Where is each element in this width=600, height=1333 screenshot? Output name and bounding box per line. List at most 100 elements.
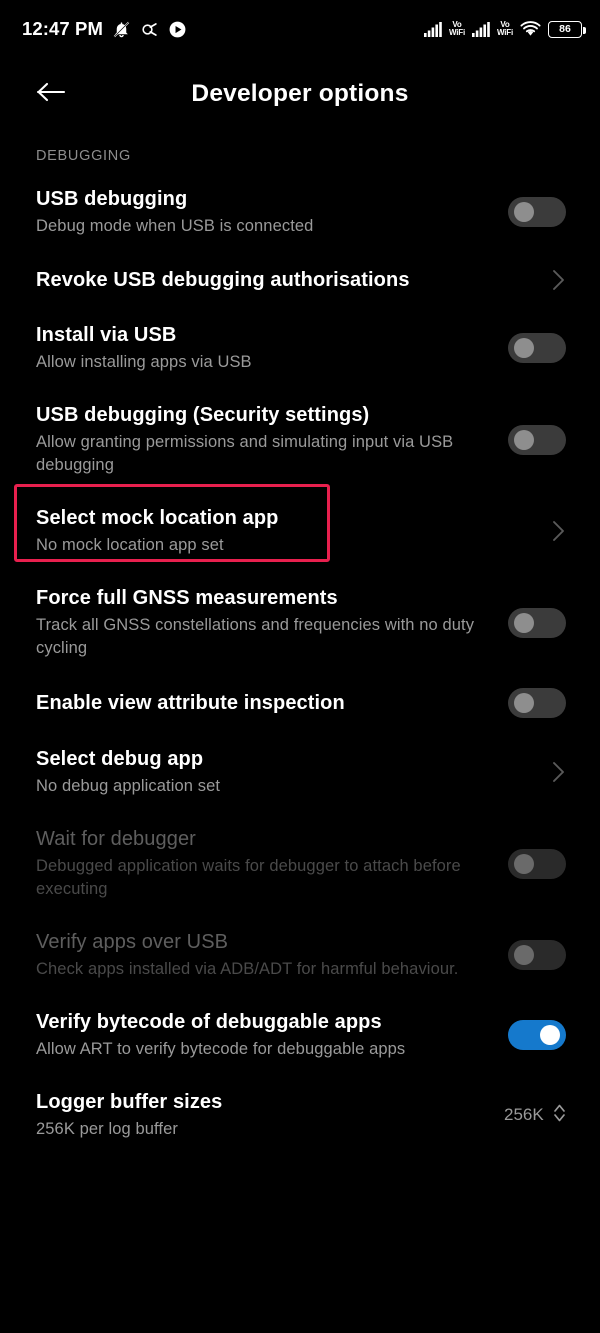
row-text: Enable view attribute inspection	[36, 690, 504, 717]
row-subtitle: Allow granting permissions and simulatin…	[36, 433, 454, 474]
toggle-knob	[514, 945, 534, 965]
notifications-muted-icon	[112, 20, 131, 39]
media-play-icon	[168, 20, 187, 39]
row-verify-apps-over-usb: Verify apps over USB Check apps installe…	[0, 915, 600, 995]
toggle-knob	[514, 612, 534, 633]
row-text: Verify bytecode of debuggable apps Allow…	[36, 1009, 504, 1061]
row-control	[504, 688, 566, 718]
battery-icon: 86	[548, 20, 586, 38]
row-usb-debugging-security-settings[interactable]: USB debugging (Security settings) Allow …	[0, 388, 600, 491]
row-revoke-usb-authorisations[interactable]: Revoke USB debugging authorisations	[0, 252, 600, 308]
row-title: Select mock location app	[36, 507, 279, 529]
section-header-debugging: DEBUGGING	[36, 148, 131, 164]
vowifi-line-2: WiFi	[448, 28, 465, 37]
toggle-force-full-gnss[interactable]	[508, 607, 566, 638]
row-title: Wait for debugger	[36, 828, 196, 850]
toggle-knob	[514, 429, 534, 450]
row-control	[504, 197, 566, 227]
row-text: Logger buffer sizes 256K per log buffer	[36, 1089, 504, 1141]
wifi-icon	[520, 21, 541, 37]
row-text: Verify apps over USB Check apps installe…	[36, 929, 504, 981]
chevron-up-down-icon[interactable]	[552, 1101, 567, 1130]
logger-buffer-size-stepper[interactable]: 256K	[504, 1101, 567, 1130]
row-enable-view-attribute-inspection[interactable]: Enable view attribute inspection	[0, 674, 600, 732]
row-control: 256K	[504, 1101, 567, 1130]
row-subtitle: No debug application set	[36, 777, 221, 795]
row-title: Verify apps over USB	[36, 931, 229, 953]
row-control	[504, 760, 566, 784]
signal-bars-sim2-icon	[471, 21, 490, 37]
row-title: Select debug app	[36, 748, 204, 770]
toggle-knob	[540, 1025, 560, 1045]
row-title: Install via USB	[36, 324, 177, 346]
row-subtitle: Track all GNSS constellations and freque…	[36, 616, 475, 657]
row-subtitle: Allow installing apps via USB	[36, 353, 252, 371]
settings-list: USB debugging Debug mode when USB is con…	[0, 172, 600, 1155]
toggle-knob	[514, 202, 534, 222]
toggle-usb-debugging[interactable]	[508, 197, 566, 227]
row-wait-for-debugger: Wait for debugger Debugged application w…	[0, 812, 600, 915]
row-logger-buffer-sizes[interactable]: Logger buffer sizes 256K per log buffer …	[0, 1075, 600, 1155]
back-button[interactable]	[22, 65, 80, 123]
row-control	[504, 519, 566, 543]
status-bar-right: Vo WiFi Vo WiFi 86	[423, 20, 586, 38]
row-title: USB debugging (Security settings)	[36, 404, 370, 426]
toggle-knob	[514, 338, 534, 358]
row-control	[504, 940, 566, 970]
row-text: Wait for debugger Debugged application w…	[36, 826, 504, 901]
row-install-via-usb[interactable]: Install via USB Allow installing apps vi…	[0, 308, 600, 388]
row-subtitle: Debug mode when USB is connected	[36, 217, 314, 235]
row-title: Enable view attribute inspection	[36, 691, 345, 714]
row-control	[504, 848, 566, 879]
row-text: USB debugging Debug mode when USB is con…	[36, 186, 504, 238]
row-subtitle: 256K per log buffer	[36, 1120, 178, 1138]
chevron-right-icon[interactable]	[552, 760, 566, 784]
toggle-knob	[514, 693, 534, 713]
row-text: Force full GNSS measurements Track all G…	[36, 585, 504, 660]
row-control	[504, 424, 566, 455]
row-control	[504, 607, 566, 638]
chevron-right-icon[interactable]	[552, 519, 566, 543]
row-title: Logger buffer sizes	[36, 1091, 223, 1113]
row-subtitle: Allow ART to verify bytecode for debugga…	[36, 1040, 406, 1058]
row-select-debug-app[interactable]: Select debug app No debug application se…	[0, 732, 600, 812]
data-saver-icon	[140, 20, 159, 39]
row-text: Select debug app No debug application se…	[36, 746, 504, 798]
logger-buffer-size-value: 256K	[504, 1105, 544, 1124]
row-text: Install via USB Allow installing apps vi…	[36, 322, 504, 374]
row-select-mock-location-app[interactable]: Select mock location app No mock locatio…	[0, 484, 600, 571]
toggle-verify-apps-over-usb	[508, 940, 566, 970]
chevron-right-icon[interactable]	[552, 268, 566, 292]
status-bar-clock: 12:47 PM	[22, 18, 104, 39]
toggle-verify-bytecode[interactable]	[508, 1020, 566, 1050]
toggle-install-via-usb[interactable]	[508, 333, 566, 363]
row-control	[504, 1020, 566, 1050]
row-verify-bytecode-of-debuggable-apps[interactable]: Verify bytecode of debuggable apps Allow…	[0, 995, 600, 1075]
status-bar: 12:47 PM Vo WiFi Vo WiFi 86	[0, 0, 600, 58]
battery-level-label: 86	[559, 23, 571, 35]
row-subtitle: No mock location app set	[36, 536, 224, 554]
row-control	[504, 333, 566, 363]
toggle-enable-view-attribute-inspection[interactable]	[508, 688, 566, 718]
row-text: Revoke USB debugging authorisations	[36, 267, 504, 294]
status-bar-left: 12:47 PM	[22, 18, 187, 40]
row-usb-debugging[interactable]: USB debugging Debug mode when USB is con…	[0, 172, 600, 252]
toggle-usb-debugging-security[interactable]	[508, 424, 566, 455]
page-title: Developer options	[191, 80, 409, 107]
arrow-left-icon	[36, 80, 66, 109]
signal-bars-sim1-icon	[423, 21, 442, 37]
row-title: USB debugging	[36, 188, 188, 210]
toggle-knob	[514, 853, 534, 874]
row-force-full-gnss-measurements[interactable]: Force full GNSS measurements Track all G…	[0, 571, 600, 674]
row-subtitle: Debugged application waits for debugger …	[36, 857, 461, 898]
row-title: Verify bytecode of debuggable apps	[36, 1011, 382, 1033]
toggle-wait-for-debugger	[508, 848, 566, 879]
volte-wifi-sim1-icon: Vo WiFi	[448, 20, 465, 38]
app-bar: Developer options	[0, 58, 600, 130]
row-subtitle: Check apps installed via ADB/ADT for har…	[36, 960, 459, 978]
row-title: Revoke USB debugging authorisations	[36, 268, 410, 291]
row-title: Force full GNSS measurements	[36, 587, 338, 609]
row-text: USB debugging (Security settings) Allow …	[36, 402, 504, 477]
row-text: Select mock location app No mock locatio…	[36, 505, 504, 557]
row-control	[504, 268, 566, 292]
